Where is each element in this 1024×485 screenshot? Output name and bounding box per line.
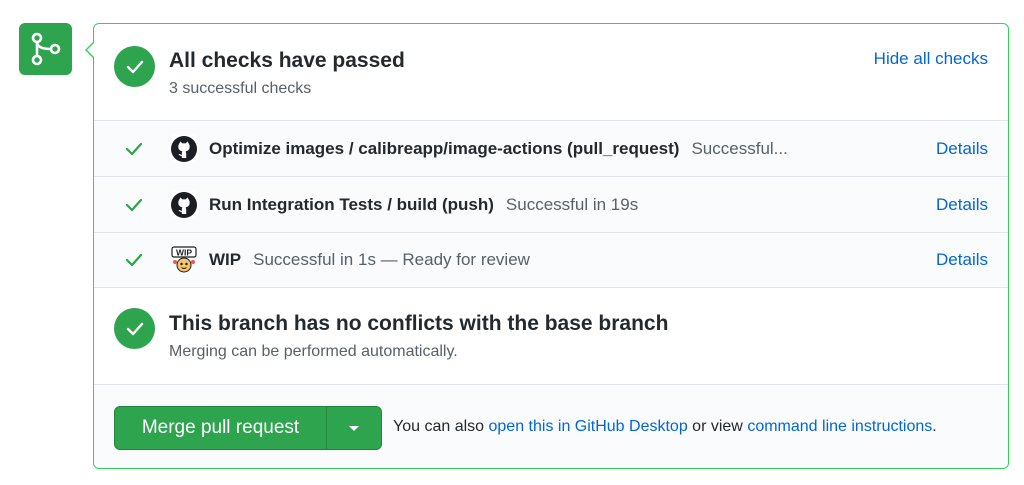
success-check-icon: [114, 46, 155, 87]
check-details-link[interactable]: Details: [936, 139, 988, 159]
alt-middle-text: or view: [692, 418, 743, 435]
check-icon: [125, 142, 143, 155]
success-check-icon: [114, 308, 155, 349]
branch-badge: [19, 23, 72, 75]
check-details-link[interactable]: Details: [936, 250, 988, 270]
alternative-merge-text: You can also open this in GitHub Desktop…: [393, 418, 937, 436]
git-branch-icon: [31, 32, 60, 66]
merge-actions: Merge pull request You can also open thi…: [94, 385, 1008, 468]
check-description: Successful...: [691, 138, 788, 158]
check-name: Optimize images / calibreapp/image-actio…: [209, 138, 680, 158]
check-row: WIP WIP Successful in 1s — Ready for revi…: [94, 233, 1008, 288]
chevron-down-icon: [349, 425, 359, 431]
alt-prefix-text: You can also: [393, 418, 485, 435]
checks-status-subtitle: 3 successful checks: [169, 80, 312, 97]
merge-pull-request-button[interactable]: Merge pull request: [115, 407, 327, 449]
github-icon: [170, 190, 198, 219]
check-name: Run Integration Tests / build (push): [209, 194, 494, 214]
hide-all-checks-link[interactable]: Hide all checks: [874, 49, 988, 69]
check-details-link[interactable]: Details: [936, 195, 988, 215]
check-row: Run Integration Tests / build (push) Succ…: [94, 177, 1008, 233]
alt-suffix-text: .: [932, 418, 937, 435]
checks-list: Optimize images / calibreapp/image-actio…: [94, 121, 1008, 288]
checks-status-header: All checks have passed 3 successful chec…: [94, 24, 1008, 121]
conflicts-title: This branch has no conflicts with the ba…: [169, 312, 669, 335]
svg-text:WIP: WIP: [176, 248, 192, 258]
check-row: Optimize images / calibreapp/image-actio…: [94, 121, 1008, 177]
merge-button-group: Merge pull request: [114, 406, 382, 450]
check-name: WIP: [209, 250, 242, 269]
github-icon: [170, 134, 198, 163]
conflicts-subtitle: Merging can be performed automatically.: [169, 343, 458, 360]
check-description: Successful in 19s: [505, 194, 639, 214]
conflicts-status: This branch has no conflicts with the ba…: [94, 288, 1008, 385]
wip-app-icon: WIP: [170, 246, 198, 274]
open-in-desktop-link[interactable]: open this in GitHub Desktop: [489, 418, 688, 435]
check-icon: [125, 198, 143, 211]
checks-status-title: All checks have passed: [169, 49, 405, 72]
merge-options-dropdown[interactable]: [327, 407, 381, 449]
command-line-instructions-link[interactable]: command line instructions: [747, 418, 932, 435]
check-icon: [125, 253, 143, 267]
merge-status-box: All checks have passed 3 successful chec…: [85, 23, 1009, 469]
check-description: Successful in 1s — Ready for review: [253, 250, 530, 269]
